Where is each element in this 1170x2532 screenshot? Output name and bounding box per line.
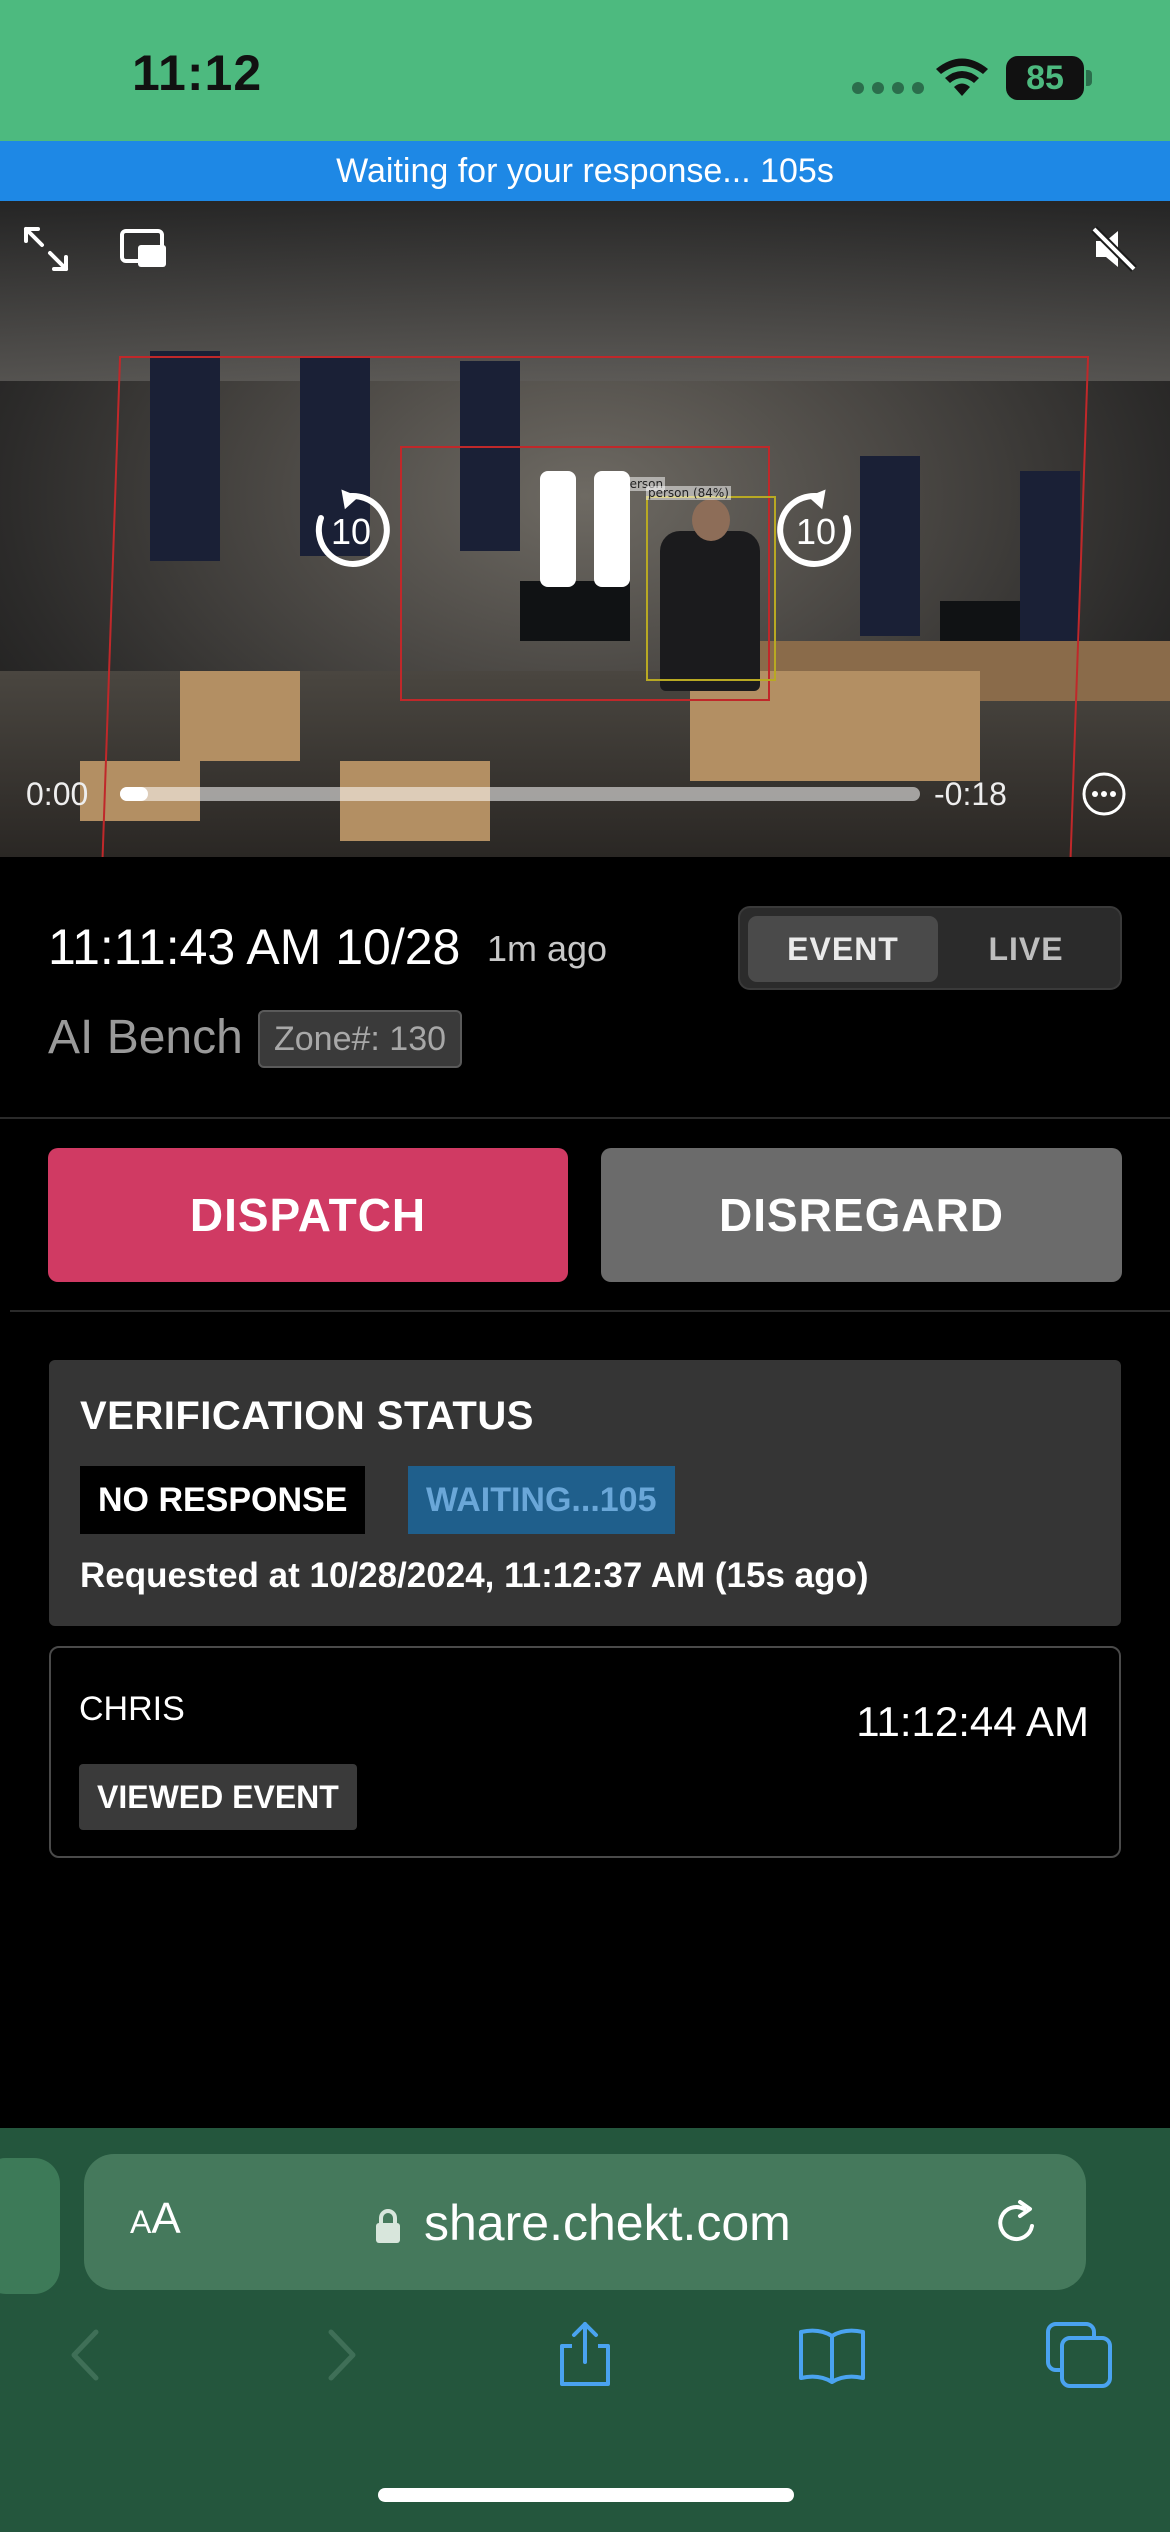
reader-settings-button[interactable]: AA [130, 2194, 181, 2244]
remaining-time: -0:18 [934, 776, 1007, 812]
speaker-muted-icon[interactable] [1088, 223, 1140, 275]
lock-icon [376, 2209, 400, 2243]
event-live-toggle: EVENT LIVE [738, 906, 1122, 990]
book-icon[interactable] [795, 2318, 869, 2392]
disregard-button[interactable]: DISREGARD [601, 1148, 1122, 1282]
battery-level: 85 [1006, 56, 1084, 100]
requested-at-text: Requested at 10/28/2024, 11:12:37 AM (15… [80, 1556, 869, 1595]
picture-in-picture-icon[interactable] [118, 223, 170, 275]
detection-label: person (84%) [646, 486, 731, 500]
verification-status-card: VERIFICATION STATUS NO RESPONSE WAITING.… [49, 1360, 1121, 1626]
verification-title: VERIFICATION STATUS [80, 1394, 534, 1438]
viewer-activity-card: CHRIS 11:12:44 AM VIEWED EVENT [49, 1646, 1121, 1858]
playback-progress [120, 787, 148, 801]
status-badge: NO RESPONSE [80, 1466, 366, 1534]
playback-scrubber[interactable] [120, 787, 920, 801]
zone-badge: Zone#: 130 [258, 1010, 463, 1068]
tab-event[interactable]: EVENT [748, 916, 938, 982]
forward-arrow-icon[interactable] [303, 2318, 377, 2392]
pause-button[interactable] [540, 471, 630, 587]
previous-tab-preview[interactable] [0, 2158, 60, 2294]
current-time: 0:00 [26, 776, 89, 812]
status-time: 11:12 [132, 45, 263, 101]
more-options-icon[interactable] [1080, 770, 1128, 818]
person-detection-box [646, 496, 776, 681]
event-timestamp: 11:11:43 AM 10/28 [48, 919, 461, 975]
address-bar[interactable]: AA share.chekt.com [84, 2154, 1086, 2290]
status-bar: 11:12 85 [0, 0, 1170, 141]
skip-back-seconds: 10 [330, 511, 372, 552]
waiting-badge: WAITING...105 [408, 1466, 675, 1534]
dispatch-button[interactable]: DISPATCH [48, 1148, 568, 1282]
skip-forward-button[interactable]: 10 [774, 488, 858, 572]
divider [0, 1117, 1170, 1119]
tab-live[interactable]: LIVE [940, 916, 1112, 982]
skip-back-button[interactable]: 10 [309, 488, 393, 572]
url-text: share.chekt.com [424, 2195, 791, 2251]
skip-forward-seconds: 10 [795, 511, 837, 552]
response-countdown-banner: Waiting for your response... 105s [0, 141, 1170, 201]
video-player[interactable]: person person (84%) 10 10 0:00 -0:18 [0, 201, 1170, 857]
viewer-time: 11:12:44 AM [856, 1698, 1089, 1745]
home-indicator [378, 2488, 794, 2502]
device-name: AI Bench [48, 1011, 243, 1064]
tabs-icon[interactable] [1042, 2318, 1116, 2392]
expand-icon[interactable] [20, 223, 72, 275]
viewer-name: CHRIS [79, 1690, 185, 1728]
divider [10, 1310, 1170, 1312]
cellular-signal-icon [852, 82, 924, 94]
battery-icon: 85 [1006, 56, 1092, 100]
wifi-icon [936, 58, 988, 96]
event-relative-time: 1m ago [487, 928, 608, 969]
viewed-event-badge: VIEWED EVENT [79, 1764, 357, 1830]
back-arrow-icon[interactable] [50, 2318, 124, 2392]
reload-icon[interactable] [992, 2198, 1042, 2248]
share-icon[interactable] [548, 2318, 622, 2392]
